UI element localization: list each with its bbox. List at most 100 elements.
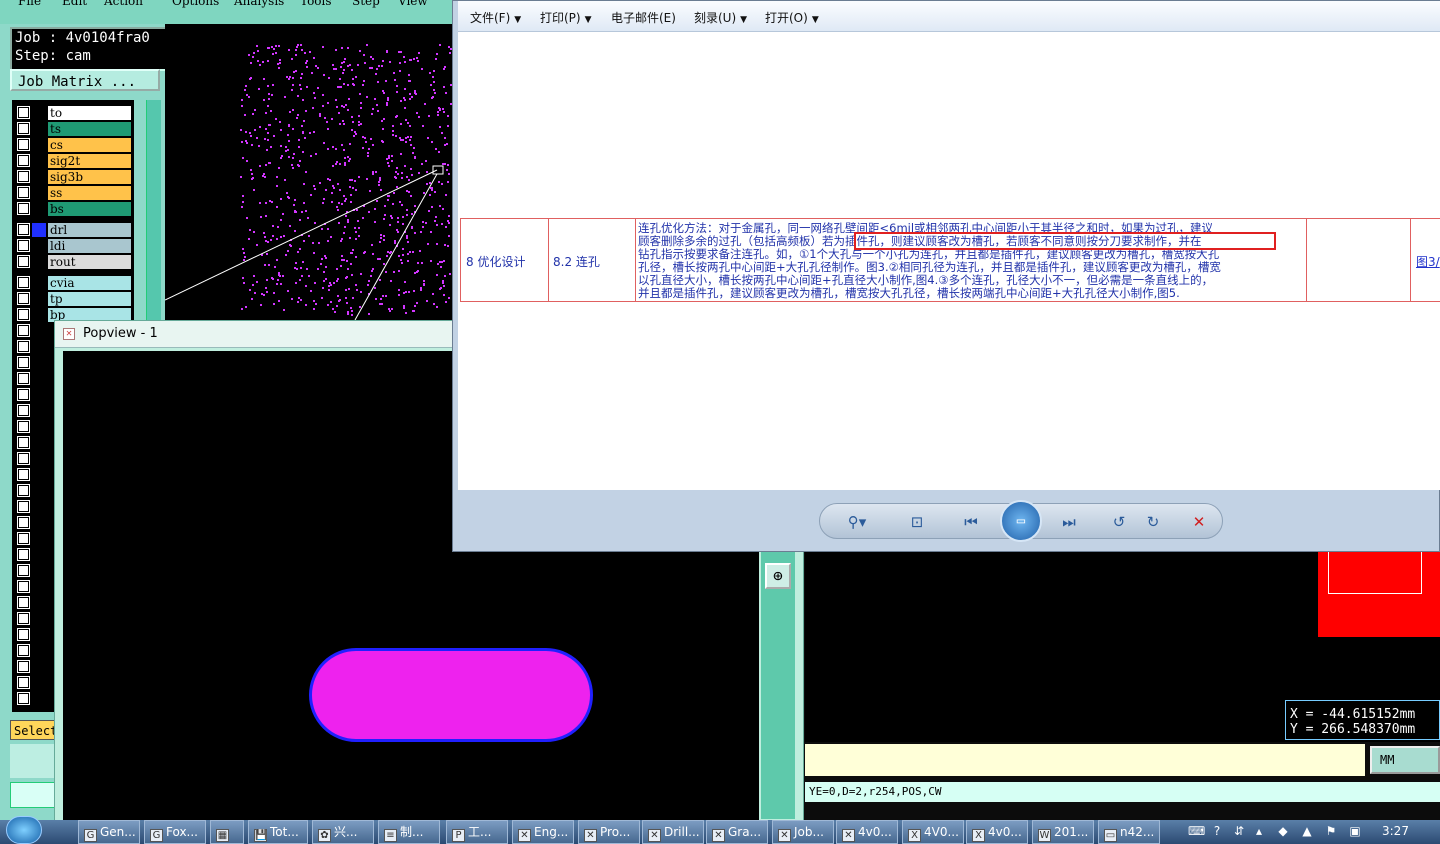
taskbar-button[interactable]: G Fox... xyxy=(144,820,206,844)
layer-checkbox[interactable] xyxy=(17,276,30,289)
viewer-image-area[interactable]: 8 优化设计 8.2 连孔 连孔优化方法：对于金属孔，同一网络孔壁间距<6mil… xyxy=(458,32,1440,490)
layer-checkbox[interactable] xyxy=(17,170,30,183)
genesis-menu-item[interactable]: Options xyxy=(172,0,219,8)
genesis-menu-item[interactable]: Analysis xyxy=(234,0,284,8)
taskbar-button[interactable]: ✕ Job... xyxy=(772,820,834,844)
layer-checkbox[interactable] xyxy=(17,548,30,561)
layer-name[interactable]: ts xyxy=(48,122,131,136)
layer-checkbox[interactable] xyxy=(17,596,30,609)
viewer-menu-item[interactable]: 打开(O) ▼ xyxy=(765,9,819,26)
genesis-menu-item[interactable]: File xyxy=(18,0,41,8)
taskbar-button[interactable]: ✕ Pro... xyxy=(578,820,640,844)
layer-row[interactable]: cvia xyxy=(12,276,134,290)
layer-name[interactable]: ss xyxy=(48,186,131,200)
taskbar-button[interactable]: G Gen... xyxy=(78,820,140,844)
taskbar-button[interactable]: ✕ Drill... xyxy=(642,820,704,844)
layer-row[interactable]: drl xyxy=(12,223,134,237)
layer-checkbox[interactable] xyxy=(17,612,30,625)
layer-name[interactable]: ldi xyxy=(48,239,131,253)
layer-checkbox[interactable] xyxy=(17,106,30,119)
viewer-menu-item[interactable]: 文件(F) ▼ xyxy=(470,9,521,26)
layer-checkbox[interactable] xyxy=(17,660,30,673)
layer-checkbox[interactable] xyxy=(17,239,30,252)
genesis-menu-item[interactable]: Tools xyxy=(300,0,332,8)
genesis-menu-item[interactable]: Edit xyxy=(62,0,87,8)
layer-row[interactable]: sig2t xyxy=(12,154,134,168)
popview-titlebar[interactable]: ✕ Popview - 1 xyxy=(55,321,453,348)
layer-name[interactable]: sig3b xyxy=(48,170,131,184)
select-button[interactable]: Select xyxy=(10,720,58,740)
input-method-icon[interactable]: ⇵ xyxy=(1232,824,1246,838)
taskbar-button[interactable]: ▦ xyxy=(210,820,244,844)
help-icon[interactable]: ? xyxy=(1210,824,1224,838)
flag-icon[interactable]: ⚑ xyxy=(1324,824,1338,838)
taskbar-button[interactable]: X 4V0... xyxy=(902,820,964,844)
layer-row[interactable]: ss xyxy=(12,186,134,200)
keyboard-icon[interactable]: ⌨ xyxy=(1188,824,1205,838)
taskbar-button[interactable]: ✕ Gra... xyxy=(706,820,768,844)
layer-name[interactable]: sig2t xyxy=(48,154,131,168)
layer-checkbox[interactable] xyxy=(17,372,30,385)
network-icon[interactable]: ▣ xyxy=(1348,824,1362,838)
job-matrix-button[interactable]: Job Matrix ... xyxy=(10,69,160,91)
layer-checkbox[interactable] xyxy=(17,223,30,236)
layer-checkbox[interactable] xyxy=(17,186,30,199)
layer-checkbox[interactable] xyxy=(17,564,30,577)
layer-name[interactable]: cs xyxy=(48,138,131,152)
layer-checkbox[interactable] xyxy=(17,484,30,497)
clock[interactable]: 3:27 xyxy=(1382,824,1409,838)
layer-name[interactable]: cvia xyxy=(48,276,131,290)
taskbar-button[interactable]: ≡ 制... xyxy=(378,820,440,844)
layer-checkbox[interactable] xyxy=(17,122,30,135)
taskbar-button[interactable]: ✿ 兴... xyxy=(312,820,374,844)
layer-row[interactable]: cs xyxy=(12,138,134,152)
previous-icon[interactable]: ⏮ xyxy=(960,512,982,532)
layer-checkbox[interactable] xyxy=(17,580,30,593)
layer-checkbox[interactable] xyxy=(17,436,30,449)
layer-name[interactable]: bs xyxy=(48,202,131,216)
tool-icons[interactable] xyxy=(10,744,58,778)
layer-checkbox[interactable] xyxy=(17,356,30,369)
layer-checkbox[interactable] xyxy=(17,628,30,641)
layer-checkbox[interactable] xyxy=(17,516,30,529)
genesis-menu-item[interactable]: Action xyxy=(104,0,143,8)
layer-checkbox[interactable] xyxy=(17,692,30,705)
layer-name[interactable]: rout xyxy=(48,255,131,269)
layer-checkbox[interactable] xyxy=(17,468,30,481)
layer-checkbox[interactable] xyxy=(17,676,30,689)
layer-row[interactable]: sig3b xyxy=(12,170,134,184)
layer-checkbox[interactable] xyxy=(17,255,30,268)
taskbar-button[interactable]: ✕ Eng... xyxy=(512,820,574,844)
layer-name[interactable]: drl xyxy=(48,223,131,237)
taskbar-button[interactable]: P 工... xyxy=(446,820,508,844)
viewer-menu-item[interactable]: 刻录(U) ▼ xyxy=(694,9,747,26)
layer-name[interactable]: to xyxy=(48,106,131,120)
layer-row[interactable]: tp xyxy=(12,292,134,306)
layer-checkbox[interactable] xyxy=(17,202,30,215)
units-selector[interactable]: MM xyxy=(1370,746,1440,774)
layer-checkbox[interactable] xyxy=(17,138,30,151)
layer-checkbox[interactable] xyxy=(17,324,30,337)
taskbar-button[interactable]: ▭ n42... xyxy=(1098,820,1160,844)
layer-row[interactable]: ts xyxy=(12,122,134,136)
genesis-menu-item[interactable]: Step xyxy=(352,0,380,8)
layer-checkbox[interactable] xyxy=(17,404,30,417)
viewer-menu-item[interactable]: 打印(P) ▼ xyxy=(540,9,592,26)
zoom-icon[interactable]: ⚲▾ xyxy=(846,512,868,532)
delete-icon[interactable]: ✕ xyxy=(1188,512,1210,532)
layer-name[interactable]: tp xyxy=(48,292,131,306)
rotate-left-icon[interactable]: ↺ xyxy=(1108,512,1130,532)
layer-checkbox[interactable] xyxy=(17,308,30,321)
figure-link[interactable]: 图3/ xyxy=(1416,253,1440,270)
layer-checkbox[interactable] xyxy=(17,500,30,513)
actual-size-icon[interactable]: ⊡ xyxy=(906,512,928,532)
layer-row[interactable]: rout xyxy=(12,255,134,269)
layer-checkbox[interactable] xyxy=(17,340,30,353)
slideshow-button[interactable]: ▭ xyxy=(1000,500,1042,542)
layer-checkbox[interactable] xyxy=(17,644,30,657)
layer-row[interactable]: bs xyxy=(12,202,134,216)
layer-checkbox[interactable] xyxy=(17,154,30,167)
layer-row[interactable]: ldi xyxy=(12,239,134,253)
viewer-menu-item[interactable]: 电子邮件(E) xyxy=(611,9,676,26)
fit-view-button[interactable]: ⊕ xyxy=(765,563,791,589)
